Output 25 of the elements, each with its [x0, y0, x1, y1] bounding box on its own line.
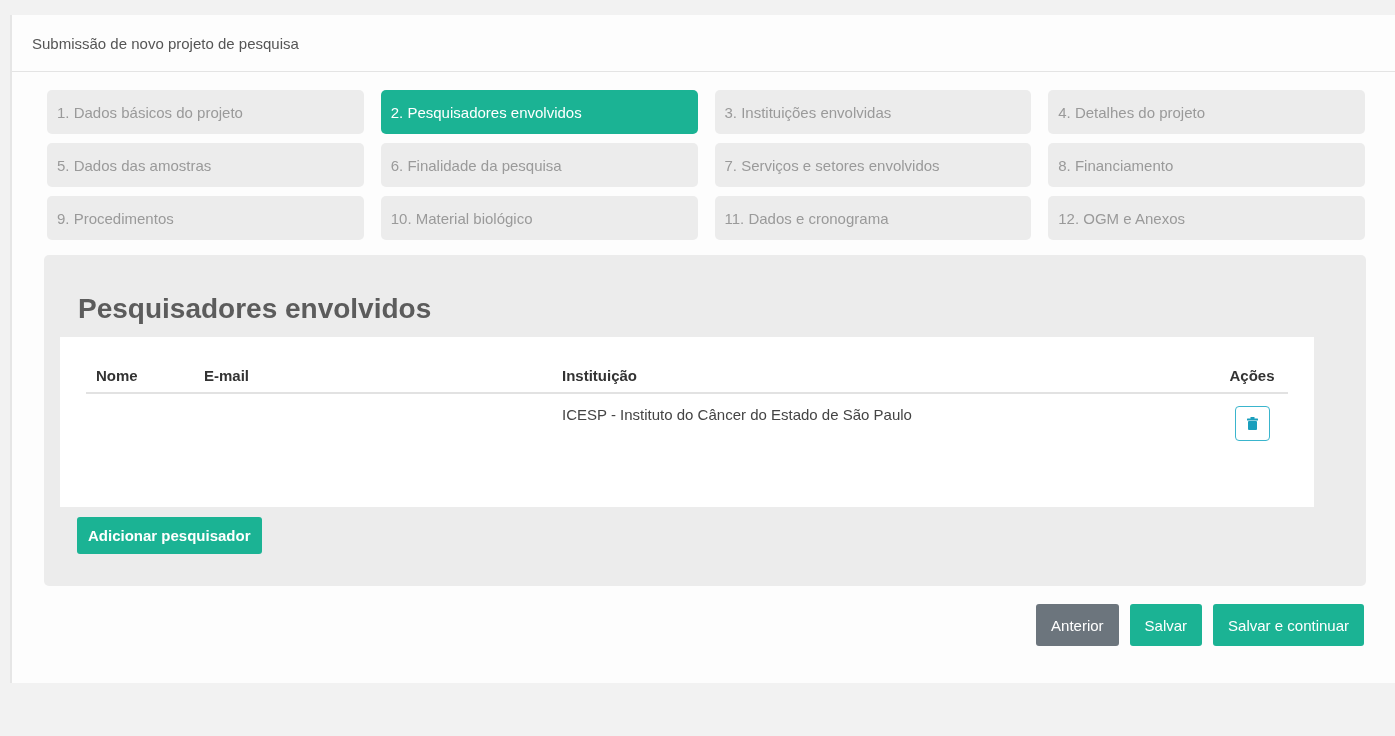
step-tab[interactable]: 7. Serviços e setores envolvidos	[714, 143, 1032, 187]
column-header: Instituição	[552, 359, 1216, 393]
step-tab[interactable]: 2. Pesquisadores envolvidos	[380, 90, 698, 134]
footer-button[interactable]: Salvar	[1129, 604, 1203, 646]
column-header: Nome	[86, 359, 194, 393]
step-tab[interactable]: 5. Dados das amostras	[47, 143, 364, 187]
step-tab[interactable]: 12. OGM e Anexos	[1048, 196, 1365, 240]
page-title: Submissão de novo projeto de pesquisa	[32, 34, 299, 52]
section-title: Pesquisadores envolvidos	[78, 293, 432, 325]
step-tab[interactable]: 8. Financiamento	[1048, 143, 1365, 187]
footer-button[interactable]: Anterior	[1036, 604, 1119, 646]
step-tab[interactable]: 11. Dados e cronograma	[714, 196, 1032, 240]
step-tab[interactable]: 3. Instituições envolvidas	[714, 90, 1032, 134]
footer-button[interactable]: Salvar e continuar	[1213, 604, 1364, 646]
step-tab[interactable]: 1. Dados básicos do projeto	[47, 90, 364, 134]
delete-button[interactable]	[1234, 406, 1270, 441]
table-cell: ICESP - Instituto do Câncer do Estado de São Paulo	[552, 393, 1216, 453]
column-header: E-mail	[194, 359, 552, 393]
trash-icon	[1246, 417, 1258, 430]
step-tab[interactable]: 9. Procedimentos	[47, 196, 364, 240]
step-tab[interactable]: 10. Material biológico	[380, 196, 698, 240]
add-researcher-button[interactable]: Adicionar pesquisador	[77, 517, 262, 554]
column-header: Ações	[1216, 359, 1288, 393]
step-tab[interactable]: 4. Detalhes do projeto	[1048, 90, 1365, 134]
step-tab[interactable]: 6. Finalidade da pesquisa	[380, 143, 698, 187]
